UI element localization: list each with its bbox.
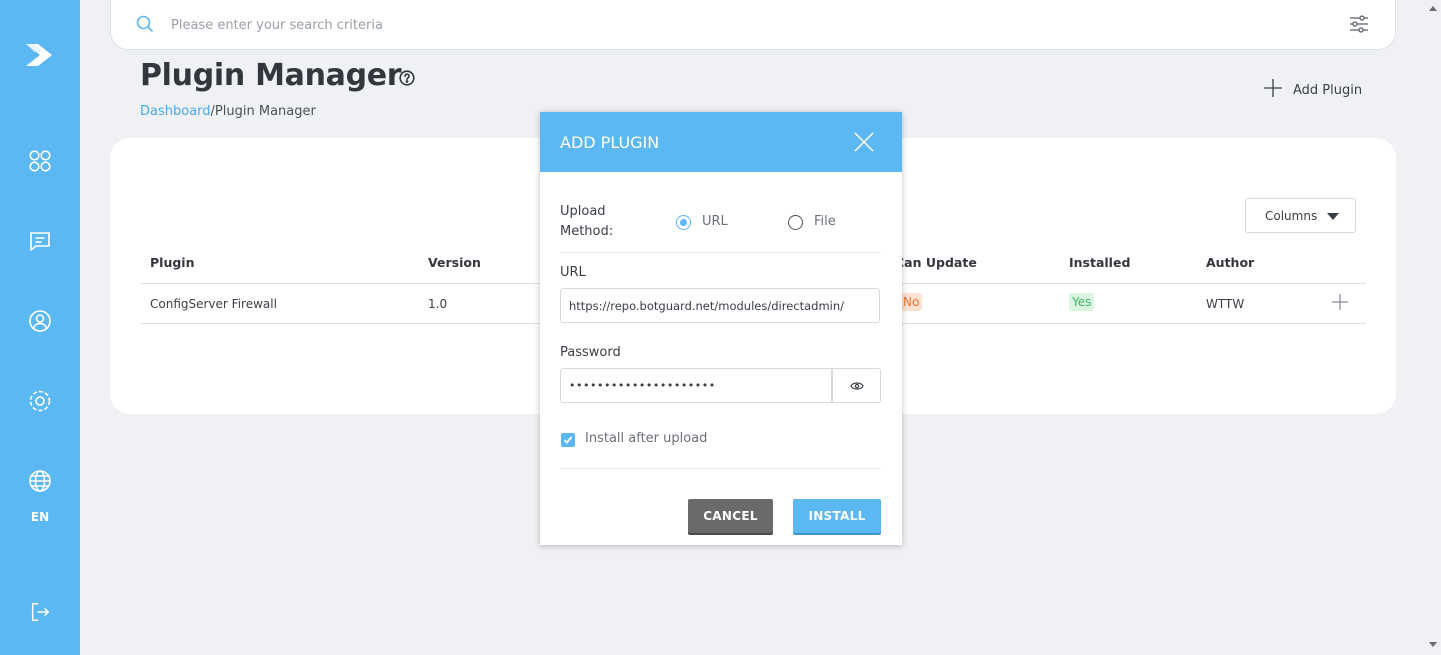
breadcrumb-current: Plugin Manager: [214, 104, 316, 119]
columns-dropdown-button[interactable]: Columns: [1245, 198, 1356, 233]
add-plugin-label: Add Plugin: [1293, 82, 1363, 98]
cell-plugin-name: ConfigServer Firewall: [150, 297, 277, 311]
expand-row-plus-icon[interactable]: [1332, 294, 1348, 314]
modal-header: ADD PLUGIN: [540, 112, 902, 172]
password-label: Password: [560, 345, 621, 360]
breadcrumb-dashboard-link[interactable]: Dashboard: [140, 104, 211, 119]
column-header-author[interactable]: Author: [1206, 255, 1254, 270]
dashboard-grid-icon[interactable]: [0, 149, 80, 173]
settings-gear-icon[interactable]: [0, 389, 80, 413]
search-input[interactable]: [171, 14, 1271, 36]
radio-url[interactable]: [676, 215, 691, 230]
column-header-plugin[interactable]: Plugin: [150, 255, 194, 270]
messages-icon[interactable]: [0, 229, 80, 253]
upload-method-label: Upload Method:: [560, 202, 613, 242]
logout-icon[interactable]: [0, 601, 80, 623]
upload-method-label-line2: Method:: [560, 224, 614, 239]
scroll-down-arrow[interactable]: [1429, 642, 1437, 647]
eye-icon: [849, 376, 864, 395]
url-label: URL: [560, 265, 586, 280]
url-input[interactable]: [560, 288, 880, 323]
upload-method-label-line1: Upload: [560, 204, 606, 219]
sidebar: EN: [0, 0, 80, 655]
radio-url-label[interactable]: URL: [702, 214, 728, 229]
install-after-upload-label[interactable]: Install after upload: [585, 431, 707, 446]
search-icon[interactable]: [136, 15, 154, 37]
filter-sliders-icon[interactable]: [1349, 14, 1369, 38]
install-after-upload-checkbox[interactable]: [561, 433, 575, 447]
modal-title: ADD PLUGIN: [560, 133, 660, 152]
language-code[interactable]: EN: [0, 510, 80, 524]
radio-file[interactable]: [788, 215, 803, 230]
add-plugin-button[interactable]: Add Plugin: [1263, 78, 1362, 102]
column-header-version[interactable]: Version: [428, 255, 481, 270]
add-plugin-modal: ADD PLUGIN Upload Method: URL File URL P…: [540, 112, 902, 545]
breadcrumb: Dashboard/Plugin Manager: [140, 104, 316, 119]
install-button[interactable]: INSTALL: [793, 499, 881, 533]
modal-divider: [560, 252, 881, 253]
page-title: Plugin Manager: [140, 58, 402, 93]
caret-down-icon: [1327, 213, 1339, 220]
column-header-can-update[interactable]: Can Update: [895, 255, 977, 270]
cell-author: WTTW: [1206, 297, 1245, 311]
plus-icon: [1263, 78, 1283, 102]
columns-label: Columns: [1265, 208, 1318, 223]
cell-version: 1.0: [428, 297, 448, 311]
toggle-password-visibility-button[interactable]: [832, 368, 881, 403]
can-update-badge: No: [900, 293, 923, 311]
close-icon[interactable]: [854, 132, 874, 156]
modal-footer-divider: [560, 468, 881, 469]
installed-badge: Yes: [1069, 293, 1095, 311]
help-icon[interactable]: [399, 70, 415, 90]
password-input[interactable]: [560, 368, 832, 403]
search-bar: [110, 0, 1396, 50]
scroll-up-arrow[interactable]: [1429, 6, 1437, 11]
column-header-installed[interactable]: Installed: [1069, 255, 1130, 270]
user-icon[interactable]: [0, 309, 80, 333]
language-globe-icon[interactable]: [0, 469, 80, 493]
cancel-button[interactable]: CANCEL: [688, 499, 773, 533]
radio-file-label[interactable]: File: [814, 214, 836, 229]
logo-icon[interactable]: [0, 36, 80, 74]
